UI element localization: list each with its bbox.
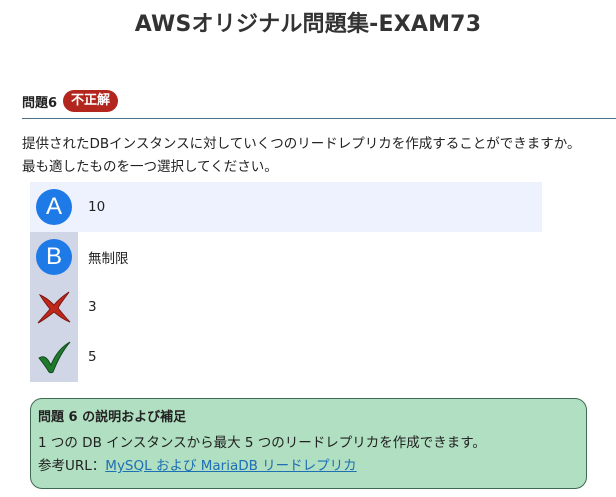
page-title: AWSオリジナル問題集-EXAM73 <box>134 12 482 37</box>
choice-a-marker: A <box>30 182 78 232</box>
choice-b[interactable]: B 無制限 <box>30 232 542 282</box>
choice-c-text: 3 <box>88 299 97 315</box>
explanation-box: 問題 6 の説明および補足 1 つの DB インスタンスから最大 5 つのリード… <box>30 398 587 489</box>
choice-c[interactable]: 3 <box>30 282 542 332</box>
choice-b-marker: B <box>30 232 78 282</box>
letter-b-circle-icon: B <box>36 239 72 275</box>
explanation-title: 問題 6 の説明および補足 <box>38 410 187 425</box>
result-badge: 不正解 <box>63 90 119 112</box>
question-text: 提供されたDBインスタンスに対していくつのリードレプリカを作成することができます… <box>22 136 581 175</box>
choice-d[interactable]: 5 <box>30 332 542 382</box>
choice-b-text: 無制限 <box>88 251 129 267</box>
explanation-body: 1 つの DB インスタンスから最大 5 つのリードレプリカを作成できます。 <box>38 435 486 451</box>
question-header: 問題6 不正解 <box>22 90 119 112</box>
question-number: 問題6 <box>22 95 58 111</box>
choice-a-text: 10 <box>88 199 106 215</box>
letter-a-circle-icon: A <box>36 189 72 225</box>
choice-list: A 10 B 無制限 3 5 <box>30 182 542 382</box>
choice-d-marker <box>30 332 78 382</box>
green-check-icon <box>38 341 71 374</box>
reference-link[interactable]: MySQL および MariaDB リードレプリカ <box>105 458 356 474</box>
choice-d-text: 5 <box>88 349 97 365</box>
choice-c-marker <box>30 282 78 332</box>
reference-line: 参考URL：MySQL および MariaDB リードレプリカ <box>38 455 579 477</box>
choice-a[interactable]: A 10 <box>30 182 542 232</box>
red-x-icon <box>37 291 71 324</box>
divider <box>22 118 616 119</box>
reference-label: 参考URL： <box>38 458 106 474</box>
